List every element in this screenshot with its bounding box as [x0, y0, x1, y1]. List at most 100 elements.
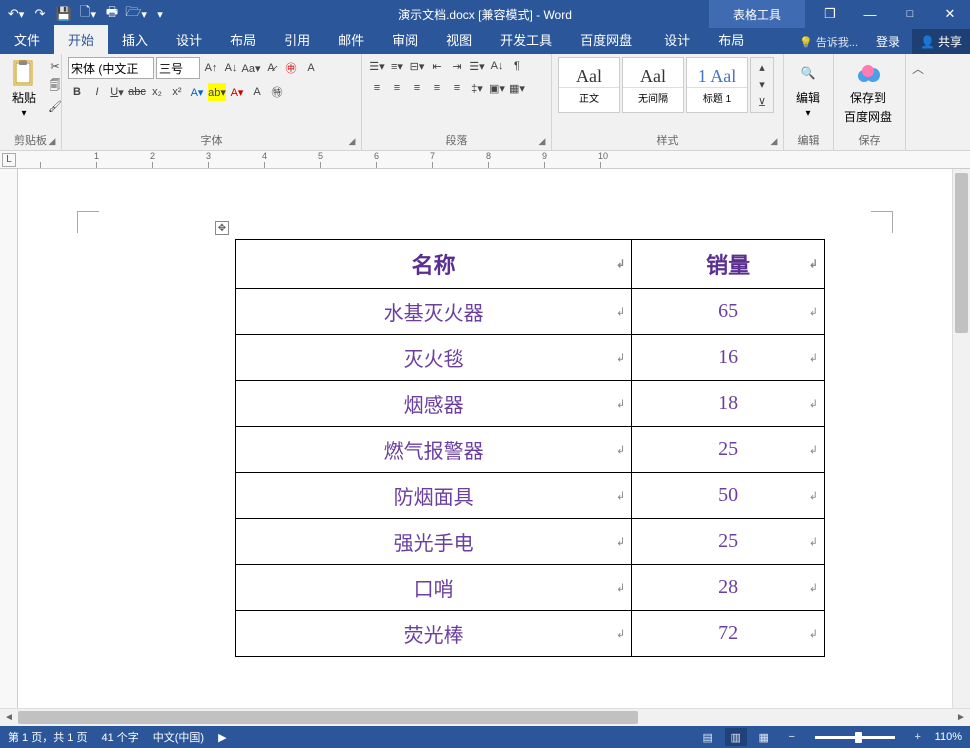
grow-font-icon[interactable]: A↑ [202, 59, 220, 77]
tab-review[interactable]: 审阅 [378, 25, 432, 54]
login-link[interactable]: 登录 [868, 33, 908, 50]
document-canvas[interactable]: ✥ 名称↲销量↲水基灭火器↲65↲灭火毯↲16↲烟感器↲18↲燃气报警器↲25↲… [18, 169, 952, 708]
superscript-icon[interactable]: x² [168, 83, 186, 101]
table-cell[interactable]: 50↲ [632, 473, 825, 519]
page-indicator[interactable]: 第 1 页，共 1 页 [8, 729, 87, 745]
editing-button[interactable]: 🔍 编辑▾ [790, 57, 826, 121]
paste-button[interactable]: 粘贴▾ [6, 57, 42, 121]
close-button[interactable]: ✕ [930, 0, 970, 28]
change-case-icon[interactable]: Aa▾ [242, 59, 260, 77]
font-color-icon[interactable]: A▾ [228, 83, 246, 101]
table-move-handle[interactable]: ✥ [215, 221, 229, 235]
table-cell[interactable]: 强光手电↲ [236, 519, 632, 565]
redo-icon[interactable]: ↷ [32, 3, 48, 25]
style-nospacing[interactable]: Aal 无间隔 [622, 57, 684, 113]
macro-icon[interactable]: ▶ [218, 731, 226, 744]
minimize-button[interactable]: — [850, 0, 890, 28]
font-name-select[interactable] [68, 57, 154, 79]
table-cell[interactable]: 65↲ [632, 289, 825, 335]
web-layout-icon[interactable]: ▦ [753, 728, 775, 746]
table-row[interactable]: 燃气报警器↲25↲ [236, 427, 825, 473]
tab-view[interactable]: 视图 [432, 25, 486, 54]
scrollbar-vertical[interactable] [952, 169, 970, 708]
table-cell[interactable]: 荧光棒↲ [236, 611, 632, 657]
table-cell[interactable]: 灭火毯↲ [236, 335, 632, 381]
table-cell[interactable]: 28↲ [632, 565, 825, 611]
table-row[interactable]: 强光手电↲25↲ [236, 519, 825, 565]
table-cell[interactable]: 水基灭火器↲ [236, 289, 632, 335]
numbering-icon[interactable]: ≡▾ [388, 57, 406, 75]
table-row[interactable]: 烟感器↲18↲ [236, 381, 825, 427]
styles-launcher[interactable]: ◢ [767, 134, 781, 148]
align-left-icon[interactable]: ≡ [368, 79, 386, 97]
print-icon[interactable]: 🖶 [104, 3, 120, 25]
scroll-thumb-h[interactable] [18, 711, 638, 724]
tab-table-layout[interactable]: 布局 [704, 25, 758, 54]
distribute-icon[interactable]: ≡ [448, 79, 466, 97]
save-cloud-button[interactable]: 保存到 百度网盘 [840, 57, 896, 127]
style-more-icon[interactable]: ⊻ [753, 95, 771, 110]
tab-table-design[interactable]: 设计 [650, 25, 704, 54]
language-indicator[interactable]: 中文(中国) [153, 729, 204, 745]
decrease-indent-icon[interactable]: ⇤ [428, 57, 446, 75]
table-cell[interactable]: 防烟面具↲ [236, 473, 632, 519]
table-cell[interactable]: 口哨↲ [236, 565, 632, 611]
table-row[interactable]: 荧光棒↲72↲ [236, 611, 825, 657]
scroll-right-icon[interactable]: ► [952, 712, 970, 723]
scroll-left-icon[interactable]: ◄ [0, 712, 18, 723]
clipboard-launcher[interactable]: ◢ [45, 134, 59, 148]
tab-baidu[interactable]: 百度网盘 [566, 25, 646, 54]
borders-icon[interactable]: ▦▾ [508, 79, 526, 97]
bold-icon[interactable]: B [68, 83, 86, 101]
style-up-icon[interactable]: ▴ [753, 60, 771, 75]
style-down-icon[interactable]: ▾ [753, 77, 771, 92]
scrollbar-horizontal[interactable]: ◄ ► [0, 708, 970, 726]
show-marks-icon[interactable]: ¶ [508, 57, 526, 75]
justify-icon[interactable]: ≡ [428, 79, 446, 97]
word-count[interactable]: 41 个字 [101, 729, 138, 745]
zoom-level[interactable]: 110% [935, 731, 962, 743]
table-cell[interactable]: 燃气报警器↲ [236, 427, 632, 473]
enclose-char-icon[interactable]: ㊕ [268, 83, 286, 101]
document-table[interactable]: 名称↲销量↲水基灭火器↲65↲灭火毯↲16↲烟感器↲18↲燃气报警器↲25↲防烟… [235, 239, 825, 657]
tab-mailings[interactable]: 邮件 [324, 25, 378, 54]
align-right-icon[interactable]: ≡ [408, 79, 426, 97]
style-gallery[interactable]: Aal 正文 Aal 无间隔 1 Aal 标题 1 ▴ ▾ ⊻ [558, 57, 774, 113]
tab-file[interactable]: 文件 [0, 25, 54, 54]
table-header-cell[interactable]: 销量↲ [632, 240, 825, 289]
zoom-out-icon[interactable]: − [781, 728, 803, 746]
table-cell[interactable]: 72↲ [632, 611, 825, 657]
read-mode-icon[interactable]: ▤ [697, 728, 719, 746]
clear-format-icon[interactable]: A̷ [262, 59, 280, 77]
open-icon[interactable]: 🗁▾ [128, 3, 144, 25]
underline-icon[interactable]: U▾ [108, 83, 126, 101]
table-cell[interactable]: 25↲ [632, 519, 825, 565]
collapse-ribbon-icon[interactable]: ︿ [906, 54, 930, 150]
tab-developer[interactable]: 开发工具 [486, 25, 566, 54]
tab-home[interactable]: 开始 [54, 25, 108, 54]
style-heading1[interactable]: 1 Aal 标题 1 [686, 57, 748, 113]
subscript-icon[interactable]: x₂ [148, 83, 166, 101]
ruler-horizontal[interactable]: 12345678910 [0, 151, 970, 169]
ribbon-options-icon[interactable]: ❐ [810, 0, 850, 28]
print-layout-icon[interactable]: ▥ [725, 728, 747, 746]
tell-me-input[interactable]: 💡 告诉我... [789, 34, 868, 50]
table-cell[interactable]: 18↲ [632, 381, 825, 427]
paragraph-launcher[interactable]: ◢ [535, 134, 549, 148]
strike-icon[interactable]: abc [128, 83, 146, 101]
table-cell[interactable]: 16↲ [632, 335, 825, 381]
share-button[interactable]: 👤 共享 [912, 29, 970, 54]
table-row[interactable]: 防烟面具↲50↲ [236, 473, 825, 519]
char-border-icon[interactable]: A [302, 59, 320, 77]
table-row[interactable]: 灭火毯↲16↲ [236, 335, 825, 381]
shrink-font-icon[interactable]: A↓ [222, 59, 240, 77]
qat-more-icon[interactable]: ▾ [152, 3, 168, 25]
italic-icon[interactable]: I [88, 83, 106, 101]
font-launcher[interactable]: ◢ [345, 134, 359, 148]
phonetic-icon[interactable]: ㊥ [282, 59, 300, 77]
sort-icon[interactable]: A↓ [488, 57, 506, 75]
align-center-icon[interactable]: ≡ [388, 79, 406, 97]
text-direction-icon[interactable]: ☰▾ [468, 57, 486, 75]
tab-references[interactable]: 引用 [270, 25, 324, 54]
scroll-thumb-v[interactable] [955, 173, 968, 333]
